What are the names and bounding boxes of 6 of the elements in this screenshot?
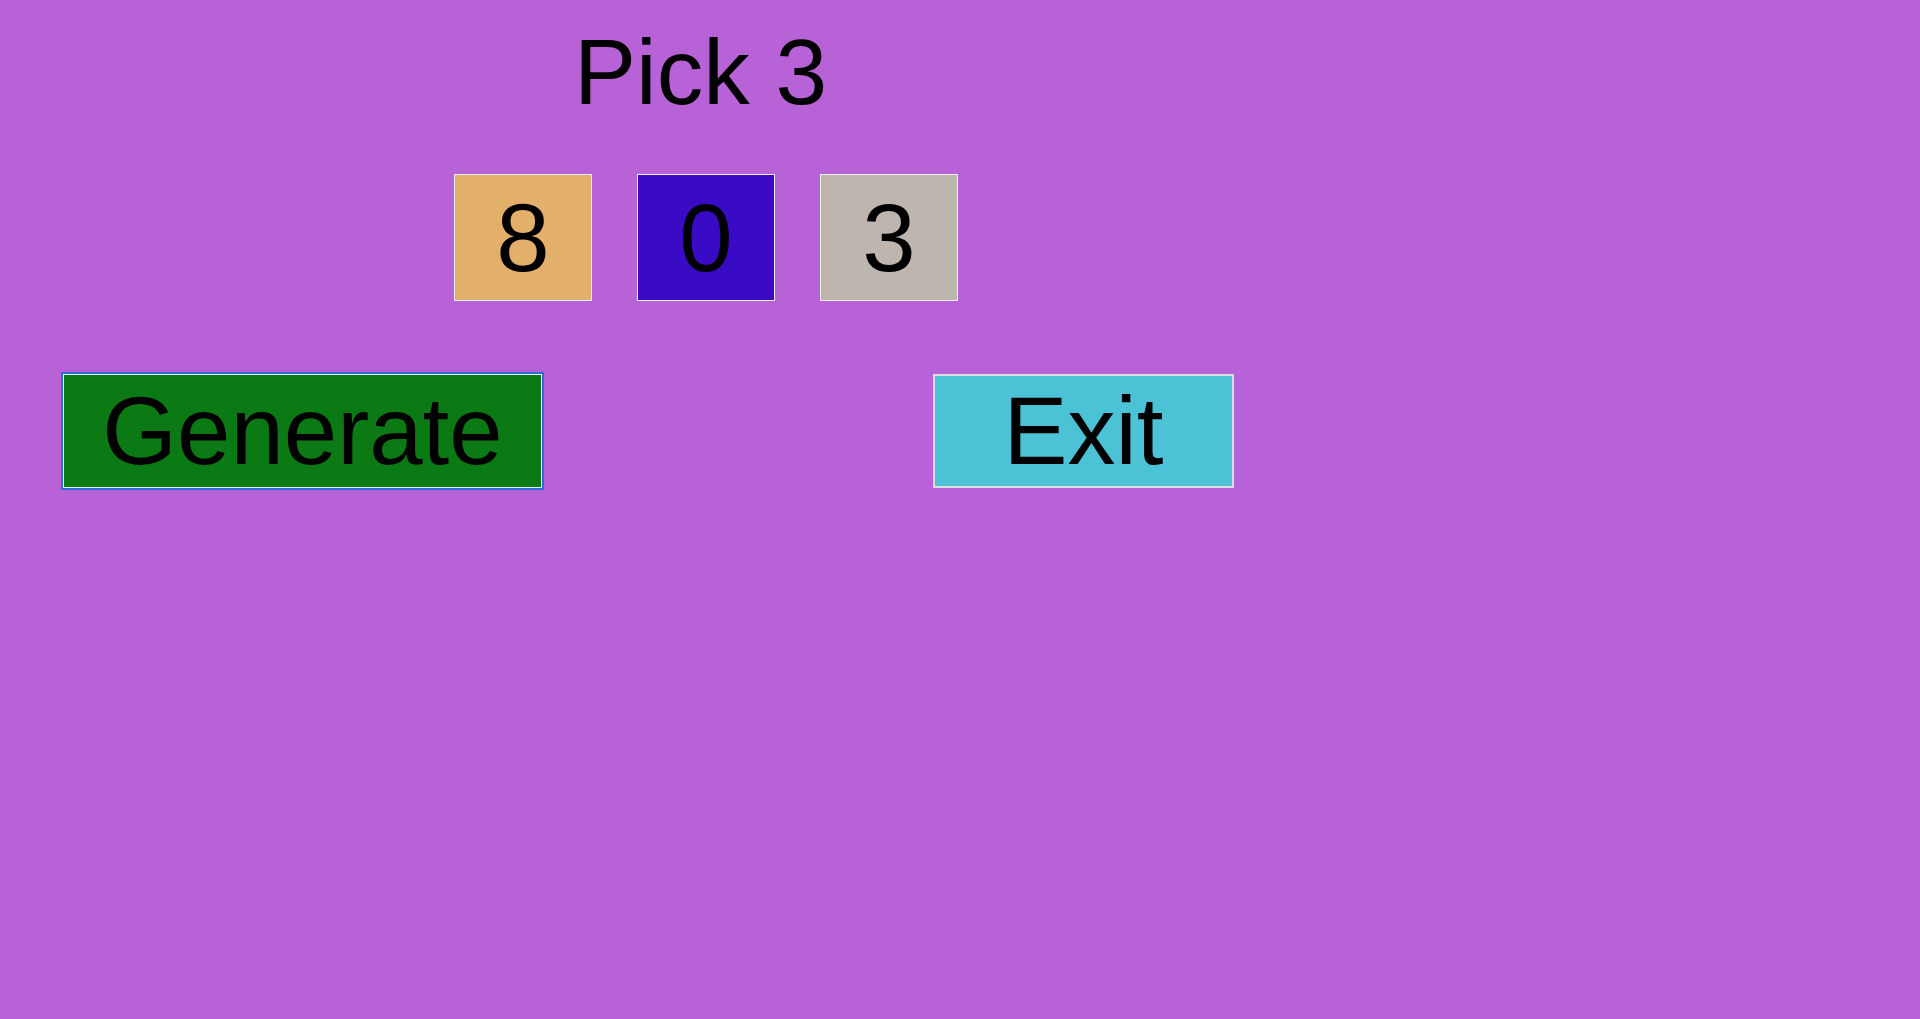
digit-tile: 8 bbox=[454, 174, 592, 301]
generate-button[interactable]: Generate bbox=[63, 374, 542, 488]
digit-tile: 3 bbox=[820, 174, 958, 301]
exit-button[interactable]: Exit bbox=[933, 374, 1234, 488]
digit-tile: 0 bbox=[637, 174, 775, 301]
app-title: Pick 3 bbox=[574, 26, 828, 119]
